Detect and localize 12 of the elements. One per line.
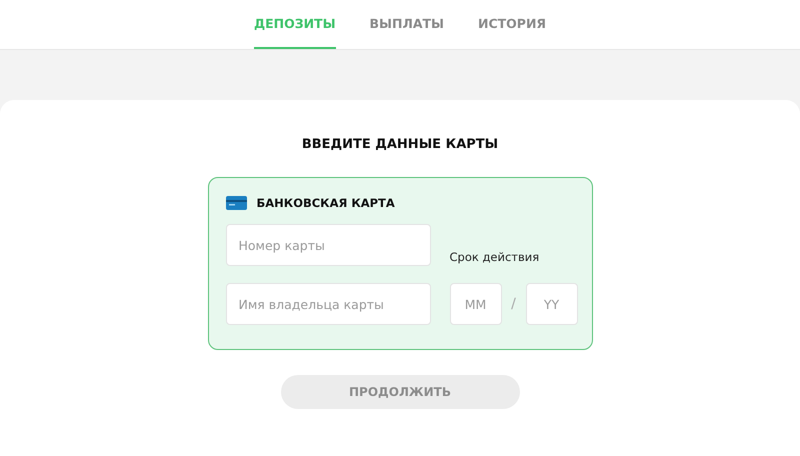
separator: / — [510, 296, 517, 312]
card-form-title: БАНКОВСКАЯ КАРТА — [256, 196, 395, 210]
form-heading: ВВЕДИТЕ ДАННЫЕ КАРТЫ — [302, 137, 498, 152]
month-field[interactable]: MM — [450, 283, 502, 325]
cardholder-name-field[interactable]: Имя владельца карты — [226, 283, 430, 325]
card-number-field[interactable]: Номер карты — [226, 224, 430, 266]
tab[interactable]: ИСТОРИЯ — [478, 0, 546, 49]
year-field[interactable]: YY — [526, 283, 578, 325]
expiry-label: Срок действия — [450, 250, 540, 266]
credit-card-icon — [226, 196, 246, 210]
tab[interactable]: ДЕПОЗИТЫ — [254, 0, 336, 49]
tab[interactable]: ВЫПЛАТЫ — [370, 0, 444, 49]
